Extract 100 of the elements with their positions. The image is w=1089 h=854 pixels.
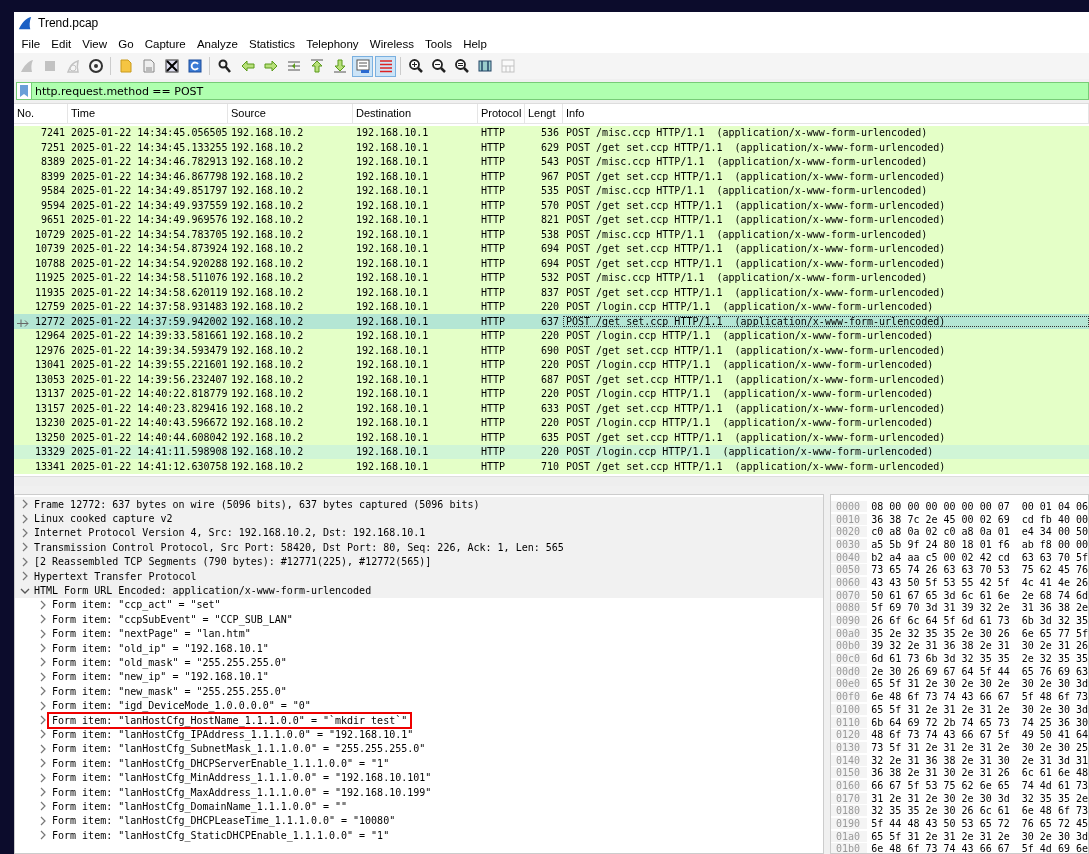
menu-item[interactable]: Analyze bbox=[191, 37, 244, 50]
packet-number: 9584 bbox=[40, 185, 65, 197]
tree-item[interactable]: Form item: "new_mask" = "255.255.255.0" bbox=[50, 685, 289, 697]
byte-offset: 0130 bbox=[831, 741, 868, 753]
length-cell-text: 710 bbox=[539, 460, 560, 472]
packet-row[interactable]: 13250 2025-01-22 14:40:44.608042 192.168.10.2 192.168.10.1 HTTP 635 POST /get_set.ccp HTTP/1.1 (application/x-www-form-urlencoded) bbox=[14, 430, 1089, 445]
tree-item[interactable]: Form item: "lanHostCfg_SubnetMask_1.1.1.0.0" = "255.255.255.0" bbox=[50, 743, 428, 755]
column-header[interactable]: Protocol bbox=[478, 104, 525, 123]
hex-bytes: 30 2e 30 3d bbox=[1021, 703, 1088, 715]
length-cell-text: 538 bbox=[539, 228, 560, 240]
tree-item[interactable]: Form item: "lanHostCfg_DHCPLeaseTime_1.1.1.0.0" = "10080" bbox=[50, 815, 398, 827]
tree-item[interactable]: Form item: "ccp_act" = "set" bbox=[50, 599, 223, 611]
menu-item[interactable]: Telephony bbox=[300, 37, 365, 50]
column-header[interactable]: Time bbox=[68, 104, 228, 123]
tree-item[interactable]: Form item: "lanHostCfg_HostName_1.1.1.0.0" = "`mkdir test`" bbox=[50, 714, 410, 726]
down-arrow-icon bbox=[331, 58, 348, 74]
tree-item[interactable]: Form item: "old_ip" = "192.168.10.1" bbox=[50, 642, 271, 654]
tree-item[interactable]: Form item: "lanHostCfg_DomainName_1.1.1.0.0" = "" bbox=[50, 800, 349, 812]
packet-row[interactable]: 9594 2025-01-22 14:34:49.937559 192.168.10.2 192.168.10.1 HTTP 570 POST /get_set.ccp HTTP/1.1 (application/x-www-form-urlencoded) bbox=[14, 198, 1089, 213]
column-header[interactable]: Lengt bbox=[525, 104, 563, 123]
hex-bytes: 65 76 69 63 bbox=[1021, 665, 1088, 677]
packet-row[interactable]: 12976 2025-01-22 14:39:34.593479 192.168.10.2 192.168.10.1 HTTP 690 POST /get_set.ccp HTTP/1.1 (application/x-www-form-urlencoded) bbox=[14, 343, 1089, 358]
packet-number: 13329 bbox=[34, 446, 65, 458]
length-cell-text: 535 bbox=[539, 185, 560, 197]
packet-row[interactable]: 7241 2025-01-22 14:34:45.056505 192.168.10.2 192.168.10.1 HTTP 536 POST /misc.ccp HTTP/1.1 (application/x-www-form-urlencoded) bbox=[14, 125, 1089, 140]
menu-item[interactable]: Edit bbox=[45, 37, 77, 50]
tree-item[interactable]: Form item: "old_mask" = "255.255.255.0" bbox=[50, 657, 289, 668]
menu-item[interactable]: File bbox=[16, 37, 46, 50]
length-cell-text: 967 bbox=[539, 170, 560, 182]
menu-item[interactable]: Go bbox=[112, 37, 140, 50]
tree-item[interactable]: Linux cooked capture v2 bbox=[32, 513, 175, 525]
menu-item[interactable]: Help bbox=[457, 37, 493, 50]
packet-number: 10729 bbox=[34, 228, 65, 240]
tree-item[interactable]: Form item: "nextPage" = "lan.htm" bbox=[50, 628, 253, 640]
packet-number: 13341 bbox=[34, 460, 65, 472]
byte-offset: 0160 bbox=[831, 779, 868, 791]
hex-bytes: 48 6f 73 74 43 66 67 5f bbox=[871, 729, 1010, 741]
info-cell-text: POST /login.ccp HTTP/1.1 (application/x-www-form-urlencoded) bbox=[565, 330, 935, 342]
reload-icon bbox=[186, 58, 203, 74]
info-cell-text: POST /get_set.ccp HTTP/1.1 (application/x-www-form-urlencoded) bbox=[565, 199, 947, 211]
packet-row[interactable]: 10788 2025-01-22 14:34:54.920288 192.168.10.2 192.168.10.1 HTTP 694 POST /get_set.ccp HTTP/1.1 (application/x-www-form-urlencoded) bbox=[14, 256, 1089, 271]
tree-item[interactable]: Form item: "new_ip" = "192.168.10.1" bbox=[50, 671, 271, 683]
protocol-cell-text: HTTP bbox=[480, 315, 507, 327]
destination-cell-text: 192.168.10.1 bbox=[355, 185, 430, 197]
time-cell-text: 2025-01-22 14:39:55.221601 bbox=[70, 359, 228, 371]
protocol-cell-text: HTTP bbox=[480, 301, 507, 313]
hex-bytes: 49 50 41 64 bbox=[1021, 729, 1088, 741]
tree-item[interactable]: Form item: "ccpSubEvent" = "CCP_SUB_LAN" bbox=[50, 613, 295, 625]
destination-cell-text: 192.168.10.1 bbox=[355, 170, 430, 182]
packet-number: 11935 bbox=[34, 286, 65, 298]
menu-item[interactable]: Wireless bbox=[364, 37, 420, 50]
packet-row[interactable]: 13341 2025-01-22 14:41:12.630758 192.168.10.2 192.168.10.1 HTTP 710 POST /get_set.ccp HTTP/1.1 (application/x-www-form-urlencoded) bbox=[14, 459, 1089, 474]
info-cell-text: POST /get_set.ccp HTTP/1.1 (application/x-www-form-urlencoded) bbox=[565, 257, 947, 269]
byte-offset: 0030 bbox=[831, 538, 868, 550]
tree-item[interactable]: Form item: "lanHostCfg_DHCPServerEnable_1.1.1.0.0" = "1" bbox=[50, 757, 392, 769]
info-cell: POST /get_set.ccp HTTP/1.1 (application/x-www-form-urlencoded) bbox=[563, 315, 1089, 327]
info-cell-text: POST /get_set.ccp HTTP/1.1 (application/x-www-form-urlencoded) bbox=[565, 286, 947, 298]
length-cell-text: 629 bbox=[539, 141, 560, 153]
packet-row[interactable]: 11935 2025-01-22 14:34:58.620119 192.168.10.2 192.168.10.1 HTTP 837 POST /get_set.ccp HTTP/1.1 (application/x-www-form-urlencoded) bbox=[14, 285, 1089, 300]
tree-item[interactable]: Form item: "lanHostCfg_MaxAddress_1.1.1.0.0" = "192.168.10.199" bbox=[50, 786, 434, 798]
display-filter-field[interactable]: http.request.method == POST bbox=[31, 82, 1089, 100]
protocol-cell-text: HTTP bbox=[480, 257, 507, 269]
protocol-cell-text: HTTP bbox=[480, 344, 507, 356]
time-cell-text: 2025-01-22 14:34:58.620119 bbox=[70, 286, 228, 298]
packet-row[interactable]: 8399 2025-01-22 14:34:46.867798 192.168.10.2 192.168.10.1 HTTP 967 POST /get_set.ccp HTTP/1.1 (application/x-www-form-urlencoded) bbox=[14, 169, 1089, 184]
length-cell-text: 220 bbox=[539, 301, 560, 313]
menu-item[interactable]: Statistics bbox=[243, 37, 301, 50]
horizontal-scrollbar[interactable] bbox=[14, 476, 1089, 486]
tree-item[interactable]: Form item: "igd_DeviceMode_1.0.0.0.0" = "0" bbox=[50, 700, 313, 712]
column-header[interactable]: No. bbox=[14, 104, 68, 123]
length-cell-text: 570 bbox=[539, 199, 560, 211]
byte-offset: 0090 bbox=[831, 615, 868, 627]
destination-cell-text: 192.168.10.1 bbox=[355, 257, 430, 269]
tree-item[interactable]: Form item: "lanHostCfg_IPAddress_1.1.1.0.0" = "192.168.10.1" bbox=[50, 728, 416, 740]
info-cell-text: POST /get_set.ccp HTTP/1.1 (application/x-www-form-urlencoded) bbox=[565, 170, 947, 182]
source-cell-text: 192.168.10.2 bbox=[230, 431, 305, 443]
column-header[interactable]: Info bbox=[563, 104, 1089, 123]
destination-cell-text: 192.168.10.1 bbox=[355, 330, 430, 342]
length-cell-text: 220 bbox=[539, 330, 560, 342]
hex-bytes: 66 67 5f 53 75 62 6e 65 bbox=[871, 779, 1010, 791]
tree-item[interactable]: Form item: "lanHostCfg_MinAddress_1.1.1.0.0" = "192.168.10.101" bbox=[50, 772, 434, 784]
tree-item[interactable]: Form item: "lanHostCfg_StaticDHCPEnable_1.1.1.0.0" = "1" bbox=[50, 829, 392, 841]
destination-cell-text: 192.168.10.1 bbox=[355, 373, 430, 385]
column-header[interactable]: Source bbox=[228, 104, 353, 123]
packet-row[interactable]: 7251 2025-01-22 14:34:45.133255 192.168.10.2 192.168.10.1 HTTP 629 POST /get_set.ccp HTTP/1.1 (application/x-www-form-urlencoded) bbox=[14, 140, 1089, 155]
packet-row[interactable]: 12772 2025-01-22 14:37:59.942002 192.168.10.2 192.168.10.1 HTTP 637 POST /get_set.ccp HTTP/1.1 (application/x-www-form-urlencoded) bbox=[14, 314, 1089, 329]
packet-row[interactable]: 13053 2025-01-22 14:39:56.232407 192.168.10.2 192.168.10.1 HTTP 687 POST /get_set.ccp HTTP/1.1 (application/x-www-form-urlencoded) bbox=[14, 372, 1089, 387]
protocol-cell-text: HTTP bbox=[480, 402, 507, 414]
info-cell-text: POST /login.ccp HTTP/1.1 (application/x-www-form-urlencoded) bbox=[565, 417, 935, 429]
source-cell-text: 192.168.10.2 bbox=[230, 402, 305, 414]
right-arrow-icon bbox=[262, 58, 279, 74]
packet-row[interactable]: 10729 2025-01-22 14:34:54.783705 192.168.10.2 192.168.10.1 HTTP 538 POST /misc.ccp HTTP/1.1 (application/x-www-form-urlencoded) bbox=[14, 227, 1089, 242]
packet-row[interactable]: 13157 2025-01-22 14:40:23.829416 192.168.10.2 192.168.10.1 HTTP 633 POST /get_set.ccp HTTP/1.1 (application/x-www-form-urlencoded) bbox=[14, 401, 1089, 416]
column-header[interactable]: Destination bbox=[353, 104, 478, 123]
menu-item[interactable]: Capture bbox=[139, 37, 192, 50]
menu-item[interactable]: Tools bbox=[419, 37, 458, 50]
info-cell-text: POST /misc.ccp HTTP/1.1 (application/x-www-form-urlencoded) bbox=[565, 127, 929, 139]
tree-item[interactable]: Hypertext Transfer Protocol bbox=[32, 570, 199, 582]
destination-cell-text: 192.168.10.1 bbox=[355, 388, 430, 400]
menu-item[interactable]: View bbox=[76, 37, 113, 50]
